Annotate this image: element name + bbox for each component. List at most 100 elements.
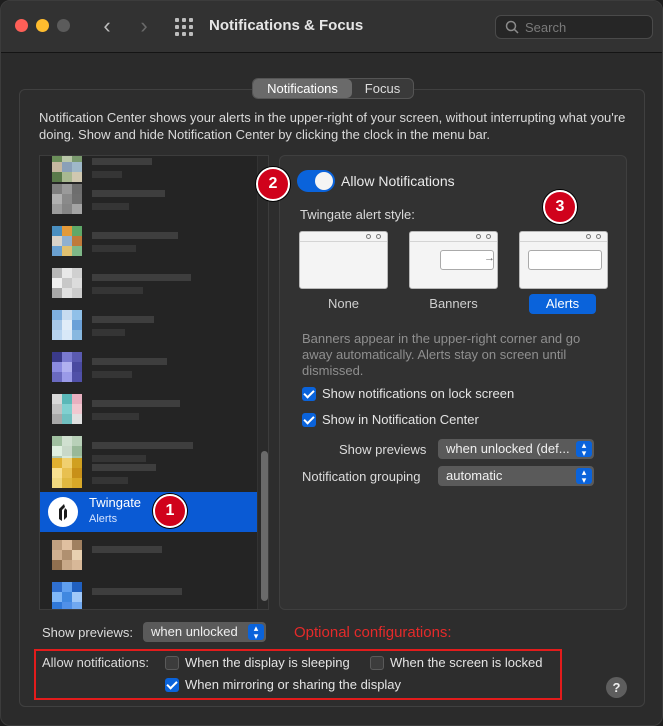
stepper-icon: ▴ ▾ bbox=[248, 624, 264, 641]
allow-notifications-toggle[interactable] bbox=[297, 170, 335, 192]
app-icon bbox=[52, 226, 82, 256]
intro-text: Notification Center shows your alerts in… bbox=[39, 110, 626, 142]
app-icon bbox=[52, 582, 82, 609]
scrollbar[interactable] bbox=[257, 156, 268, 609]
grouping-value: automatic bbox=[446, 468, 503, 483]
close-button[interactable] bbox=[15, 19, 28, 32]
app-name-placeholder bbox=[92, 274, 191, 281]
show-previews-label: Show previews bbox=[339, 442, 427, 457]
app-row-blurred[interactable] bbox=[40, 534, 268, 576]
style-none-label[interactable]: None bbox=[299, 296, 388, 311]
screen-locked-checkbox[interactable] bbox=[370, 656, 384, 670]
scrollbar-thumb[interactable] bbox=[261, 451, 268, 601]
app-name-placeholder bbox=[92, 546, 162, 553]
app-row-blurred[interactable] bbox=[40, 220, 268, 262]
app-name-placeholder bbox=[92, 358, 167, 365]
alert-style-label: Twingate alert style: bbox=[300, 207, 415, 222]
app-name: Twingate bbox=[89, 495, 142, 510]
alert-shape bbox=[528, 250, 602, 270]
app-icon bbox=[52, 540, 82, 570]
app-alert-style: Alerts bbox=[89, 513, 118, 525]
app-subtitle-placeholder bbox=[92, 329, 125, 336]
help-button[interactable]: ? bbox=[606, 677, 627, 698]
stepper-icon: ▴ ▾ bbox=[576, 468, 592, 485]
bottom-show-previews-label: Show previews: bbox=[42, 625, 134, 640]
stepper-icon: ▴ ▾ bbox=[576, 441, 592, 458]
app-subtitle-placeholder bbox=[92, 245, 136, 252]
allow-notifications-when-label: Allow notifications: bbox=[42, 655, 149, 670]
bottom-show-previews-value: when unlocked bbox=[151, 624, 238, 639]
app-icon bbox=[52, 310, 82, 340]
toggle-knob bbox=[315, 172, 333, 190]
tab-notifications[interactable]: Notifications bbox=[253, 79, 352, 98]
notification-center-checkbox[interactable] bbox=[302, 413, 316, 427]
mirroring-checkbox[interactable] bbox=[165, 678, 179, 692]
app-icon bbox=[52, 268, 82, 298]
app-row-blurred[interactable] bbox=[40, 262, 268, 304]
back-icon[interactable]: ‹ bbox=[97, 13, 117, 39]
mirroring-label: When mirroring or sharing the display bbox=[185, 677, 402, 692]
preferences-window: ‹ › Notifications & Focus Search Notific… bbox=[0, 0, 663, 726]
forward-icon[interactable]: › bbox=[134, 13, 154, 39]
title-bar: ‹ › Notifications & Focus Search bbox=[1, 1, 662, 53]
app-icon bbox=[52, 184, 82, 214]
window-title: Notifications & Focus bbox=[209, 17, 364, 34]
app-row-blurred[interactable] bbox=[40, 346, 268, 388]
app-row-blurred[interactable] bbox=[40, 452, 268, 494]
optional-configurations-note: Optional configurations: bbox=[294, 624, 452, 641]
app-icon bbox=[52, 352, 82, 382]
show-previews-value: when unlocked (def... bbox=[446, 441, 570, 456]
app-subtitle-placeholder bbox=[92, 413, 139, 420]
style-alerts-preview[interactable] bbox=[519, 231, 608, 289]
app-subtitle-placeholder bbox=[92, 287, 143, 294]
display-sleeping-label: When the display is sleeping bbox=[185, 655, 350, 670]
app-row-blurred[interactable] bbox=[40, 304, 268, 346]
zoom-button[interactable] bbox=[57, 19, 70, 32]
app-name-placeholder bbox=[92, 158, 152, 165]
app-list[interactable]: Twingate Alerts bbox=[39, 155, 269, 610]
app-icon bbox=[52, 394, 82, 424]
app-subtitle-placeholder bbox=[92, 477, 128, 484]
app-row-blurred[interactable] bbox=[40, 178, 268, 220]
show-previews-select[interactable]: when unlocked (def... ▴ ▾ bbox=[438, 439, 594, 459]
tab-focus[interactable]: Focus bbox=[352, 79, 413, 98]
app-row-blurred[interactable] bbox=[40, 576, 268, 609]
app-subtitle-placeholder bbox=[92, 171, 122, 178]
lock-screen-checkbox[interactable] bbox=[302, 387, 316, 401]
grouping-select[interactable]: automatic ▴ ▾ bbox=[438, 466, 594, 486]
app-row-twingate[interactable]: Twingate Alerts bbox=[40, 492, 257, 532]
minimize-button[interactable] bbox=[36, 19, 49, 32]
twingate-app-icon bbox=[48, 497, 78, 527]
search-field[interactable]: Search bbox=[495, 15, 653, 39]
grouping-label: Notification grouping bbox=[302, 469, 421, 484]
show-all-grid-icon[interactable] bbox=[175, 18, 193, 36]
notification-center-label: Show in Notification Center bbox=[322, 412, 479, 427]
app-row-blurred[interactable] bbox=[40, 388, 268, 430]
app-subtitle-placeholder bbox=[92, 371, 132, 378]
annotation-badge-3: 3 bbox=[543, 190, 577, 224]
style-none-preview[interactable] bbox=[299, 231, 388, 289]
app-name-placeholder bbox=[92, 588, 182, 595]
tab-bar: Notifications Focus bbox=[252, 78, 414, 99]
style-alerts-label[interactable]: Alerts bbox=[529, 294, 596, 314]
style-banners-label[interactable]: Banners bbox=[409, 296, 498, 311]
allow-notifications-label: Allow Notifications bbox=[341, 173, 455, 189]
detail-panel bbox=[279, 155, 627, 610]
app-name-placeholder bbox=[92, 316, 154, 323]
app-name-placeholder bbox=[92, 464, 156, 471]
alert-style-description: Banners appear in the upper-right corner… bbox=[302, 331, 581, 378]
annotation-badge-1: 1 bbox=[153, 494, 187, 528]
arrow-right-icon: → bbox=[484, 252, 495, 264]
annotation-badge-2: 2 bbox=[256, 167, 290, 201]
app-subtitle-placeholder bbox=[92, 203, 129, 210]
app-name-placeholder bbox=[92, 442, 193, 449]
display-sleeping-checkbox[interactable] bbox=[165, 656, 179, 670]
screen-locked-label: When the screen is locked bbox=[390, 655, 543, 670]
bottom-show-previews-select[interactable]: when unlocked ▴ ▾ bbox=[143, 622, 266, 642]
app-icon bbox=[52, 458, 82, 488]
search-placeholder: Search bbox=[525, 20, 567, 35]
search-icon bbox=[505, 20, 519, 34]
app-name-placeholder bbox=[92, 190, 165, 197]
app-name-placeholder bbox=[92, 232, 178, 239]
style-banners-preview[interactable]: → bbox=[409, 231, 498, 289]
